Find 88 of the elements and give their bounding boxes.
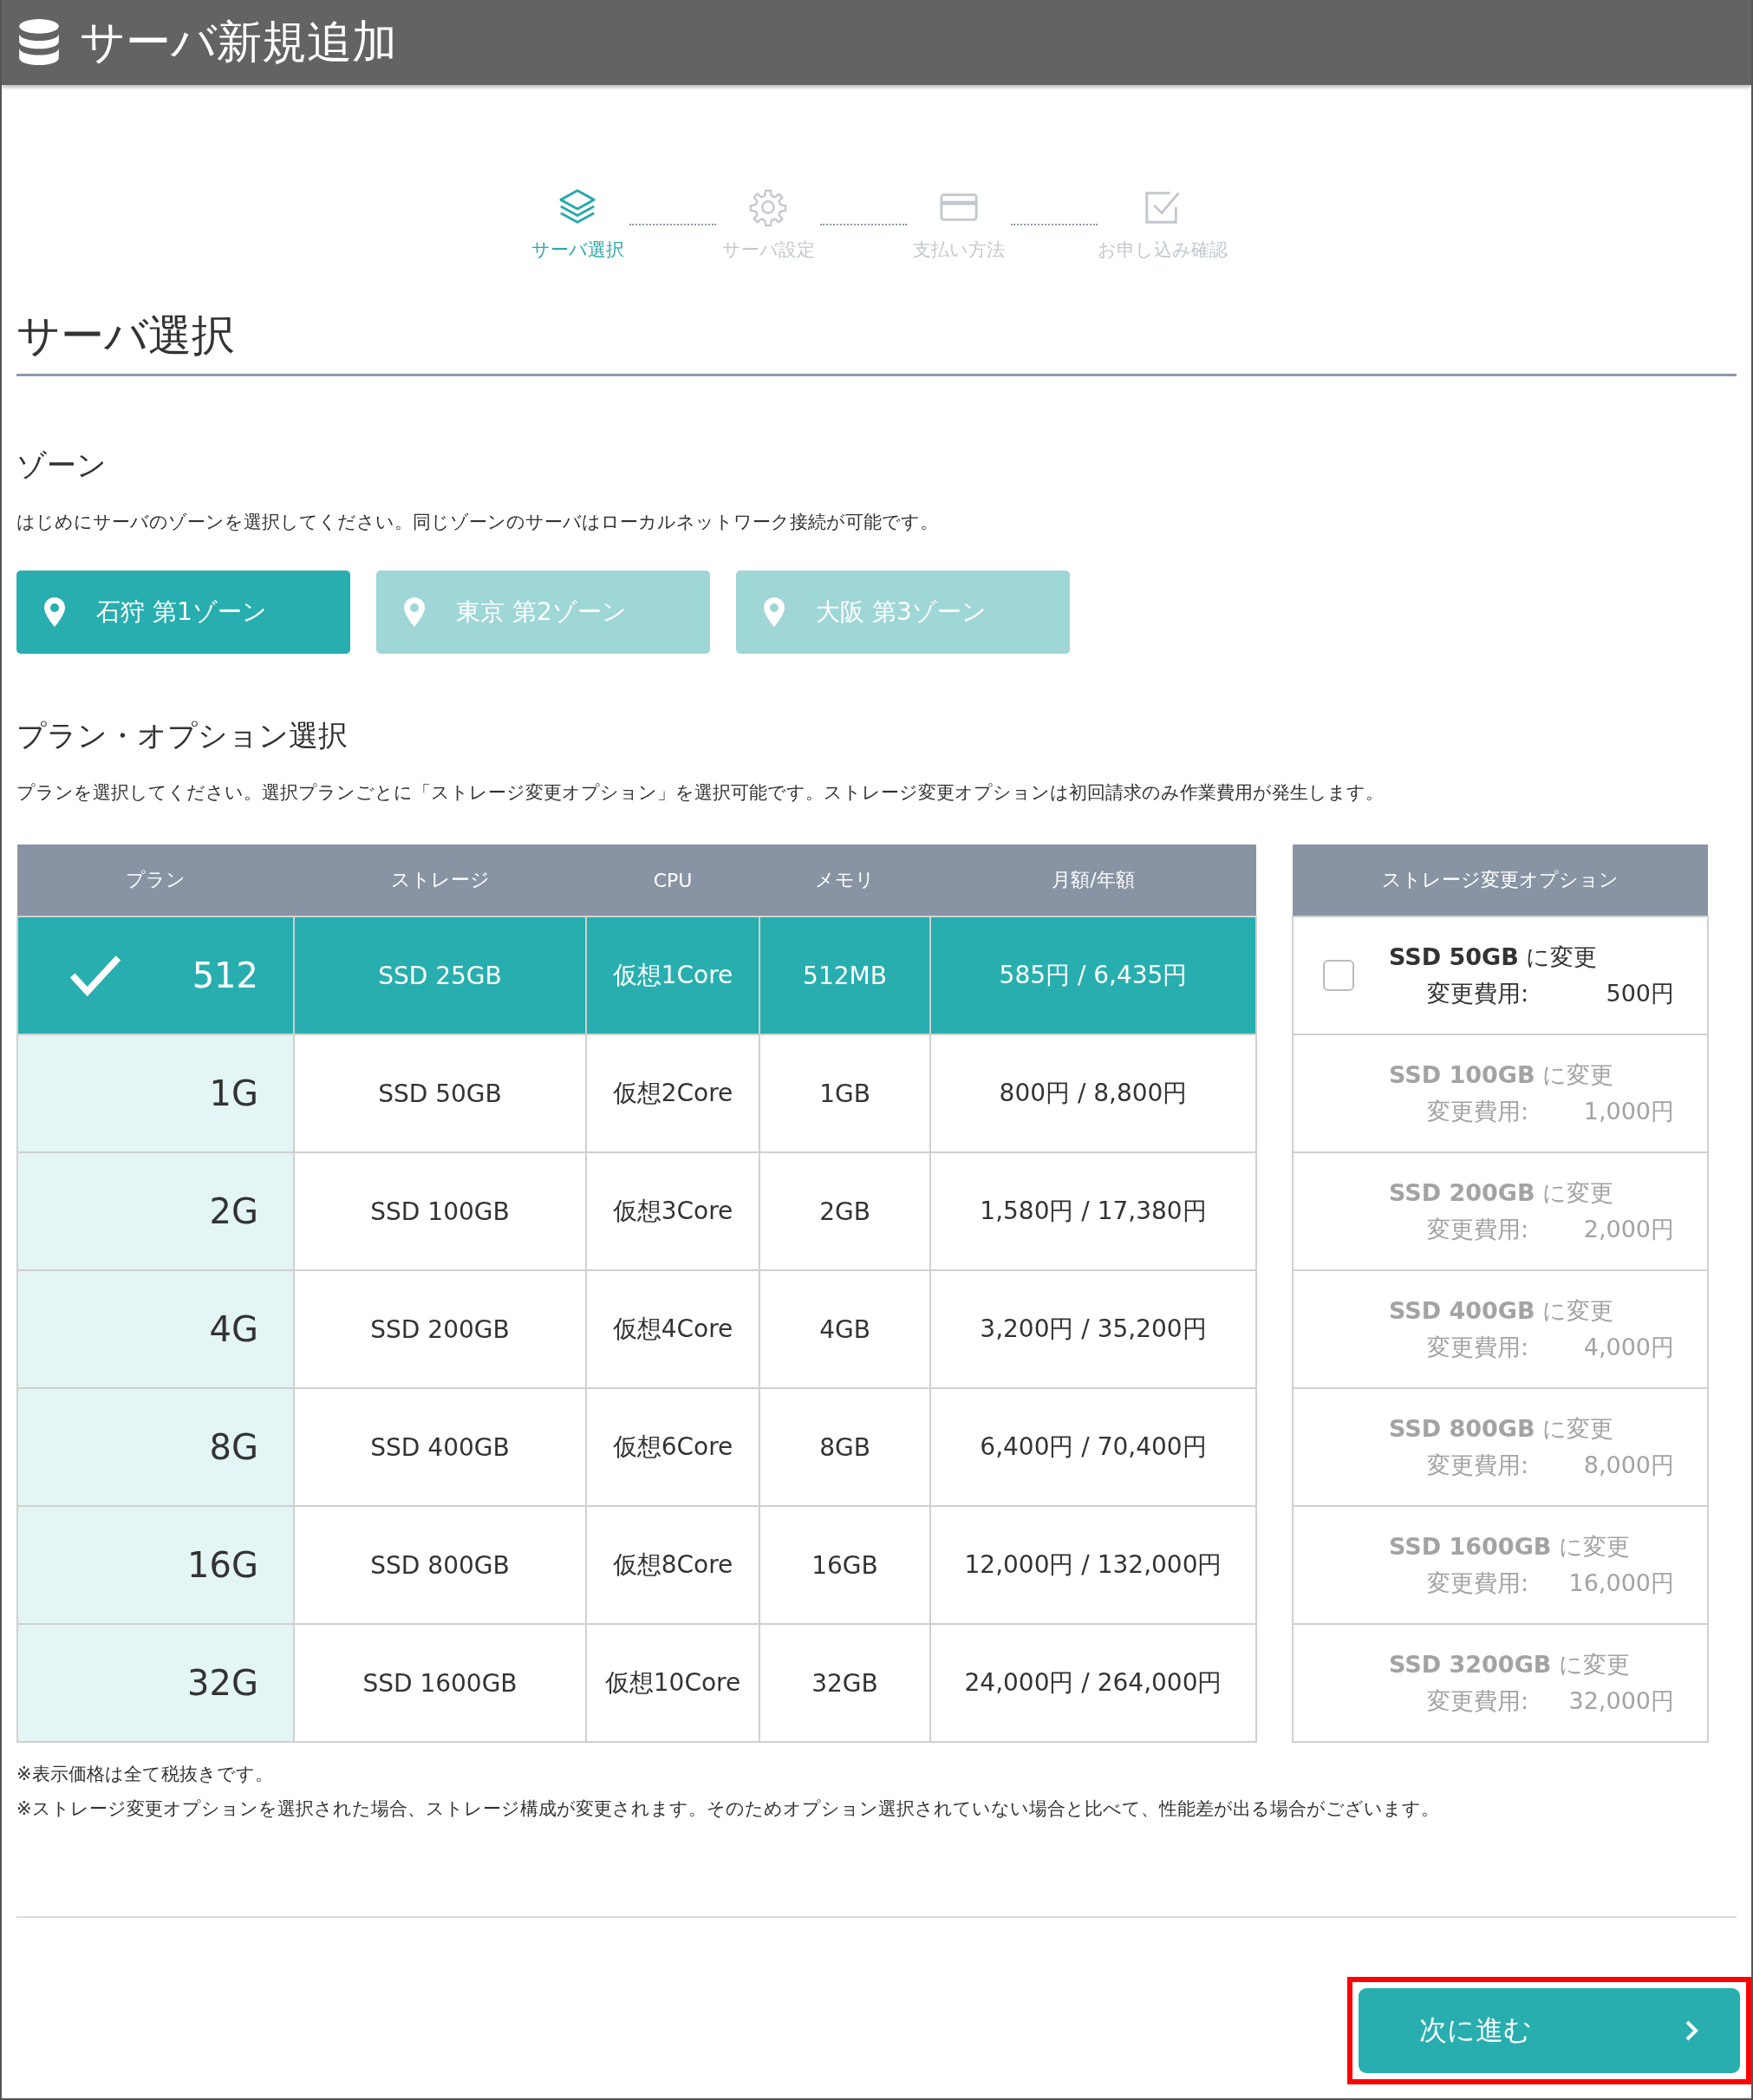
plan-heading: プラン・オプション選択: [16, 717, 349, 754]
column-header: 月額/年額: [930, 845, 1256, 916]
option-label: SSD 800GB に変更: [1389, 1414, 1614, 1444]
plan-row[interactable]: 2G SSD 100GB 仮想3Core 2GB 1,580円 / 17,380円: [17, 1152, 1256, 1270]
table-cell: 仮想10Core: [604, 1668, 741, 1697]
table-cell: 1GB: [819, 1079, 870, 1108]
table-cell: 仮想8Core: [612, 1550, 733, 1579]
column-header: ストレージ: [294, 845, 586, 916]
option-label: SSD 1600GB に変更: [1389, 1532, 1630, 1562]
table-cell: 4GB: [819, 1314, 870, 1344]
section-title: サーバ選択: [16, 307, 1737, 376]
fee-label: 変更費用:: [1427, 979, 1529, 1008]
fee-label: 変更費用:: [1427, 1451, 1529, 1480]
table-cell: 仮想4Core: [612, 1314, 733, 1343]
table-cell: 800円 / 8,800円: [999, 1079, 1188, 1107]
column-header: ストレージ変更オプション: [1293, 845, 1708, 916]
database-icon: [17, 18, 61, 67]
zone-heading: ゾーン: [16, 447, 108, 484]
table-cell: 2GB: [819, 1197, 870, 1226]
table-cell: SSD 200GB: [370, 1314, 510, 1344]
plan-row[interactable]: 32G SSD 1600GB 仮想10Core 32GB 24,000円 / 264,000円: [17, 1624, 1256, 1742]
table-cell: 3,200円 / 35,200円: [980, 1314, 1207, 1343]
gear-icon: [748, 187, 788, 227]
fee-amount: 8,000円: [1583, 1451, 1674, 1480]
plan-name: 512: [192, 955, 258, 995]
table-cell: SSD 50GB: [378, 1079, 502, 1108]
column-header: メモリ: [759, 845, 930, 916]
table-cell: 仮想1Core: [612, 961, 733, 989]
fee-amount: 2,000円: [1583, 1215, 1674, 1244]
table-cell: 24,000円 / 264,000円: [964, 1668, 1222, 1697]
table-cell: 32GB: [811, 1668, 878, 1698]
table-cell: 512MB: [803, 961, 887, 990]
table-cell: 仮想6Core: [612, 1432, 733, 1461]
checkbox[interactable]: [1323, 960, 1354, 991]
map-pin-icon: [764, 597, 785, 627]
option-label: SSD 100GB に変更: [1389, 1060, 1614, 1090]
step-indicator: サーバ設定: [716, 187, 820, 262]
footnote: ※表示価格は全て税抜きです。: [16, 1763, 274, 1786]
map-pin-icon: [404, 597, 425, 627]
fee-amount: 1,000円: [1583, 1097, 1674, 1126]
plan-name: 32G: [187, 1663, 258, 1703]
table-cell: 16GB: [811, 1550, 878, 1580]
table-cell: SSD 800GB: [370, 1550, 510, 1580]
plan-row[interactable]: 1G SSD 50GB 仮想2Core 1GB 800円 / 8,800円: [17, 1034, 1256, 1152]
fee-label: 変更費用:: [1427, 1097, 1529, 1126]
fee-amount: 500円: [1606, 979, 1674, 1008]
option-label: SSD 3200GB に変更: [1389, 1650, 1630, 1679]
table-cell: 8GB: [819, 1432, 870, 1462]
plan-name: 16G: [187, 1545, 258, 1585]
fee-label: 変更費用:: [1427, 1686, 1529, 1716]
plan-name: 2G: [209, 1191, 258, 1231]
zone-description: はじめにサーバのゾーンを選択してください。同じゾーンのサーバはローカルネットワーク接続が可能です。: [16, 511, 939, 534]
plan-row[interactable]: 8G SSD 400GB 仮想6Core 8GB 6,400円 / 70,400円: [17, 1388, 1256, 1506]
table-cell: SSD 25GB: [378, 961, 502, 990]
fee-label: 変更費用:: [1427, 1215, 1529, 1244]
table-cell: 仮想2Core: [612, 1079, 733, 1107]
step-indicator: お申し込み確認: [1098, 187, 1228, 262]
option-label: SSD 200GB に変更: [1389, 1178, 1614, 1208]
page-header-title: サーバ新規追加: [80, 15, 397, 69]
table-cell: 1,580円 / 17,380円: [980, 1197, 1207, 1225]
option-label: SSD 50GB に変更: [1389, 942, 1598, 972]
table-cell: SSD 1600GB: [362, 1668, 518, 1698]
fee-label: 変更費用:: [1427, 1333, 1529, 1362]
table-cell: SSD 100GB: [370, 1197, 510, 1226]
step-indicator: サーバ選択: [525, 187, 629, 262]
column-header: プラン: [17, 845, 294, 916]
plan-name: 1G: [209, 1073, 258, 1113]
column-header: CPU: [586, 845, 759, 916]
table-cell: SSD 400GB: [370, 1432, 510, 1462]
plan-row[interactable]: 16G SSD 800GB 仮想8Core 16GB 12,000円 / 132,000円: [17, 1506, 1256, 1624]
step-indicator: 支払い方法: [907, 187, 1011, 262]
checkmark-icon: [68, 954, 122, 997]
table-cell: 仮想3Core: [612, 1197, 733, 1225]
fee-amount: 32,000円: [1568, 1686, 1674, 1716]
option-label: SSD 400GB に変更: [1389, 1296, 1614, 1326]
footnote: ※ストレージ変更オプションを選択された場合、ストレージ構成が変更されます。そのためオプション選択されていない場合と比べて、性能差が出る場合がございます。: [16, 1797, 1440, 1821]
fee-label: 変更費用:: [1427, 1568, 1529, 1598]
plan-row[interactable]: 4G SSD 200GB 仮想4Core 4GB 3,200円 / 35,200円: [17, 1270, 1256, 1388]
fee-amount: 16,000円: [1568, 1568, 1674, 1598]
table-cell: 6,400円 / 70,400円: [980, 1432, 1207, 1461]
plan-description: プランを選択してください。選択プランごとに「ストレージ変更オプション」を選択可能です。ストレージ変更オプションは初回請求のみ作業費用が発生します。: [16, 781, 1385, 805]
plan-name: 4G: [209, 1309, 258, 1349]
table-cell: 12,000円 / 132,000円: [964, 1550, 1222, 1579]
chevron-right-icon: [1685, 2019, 1698, 2042]
plan-name: 8G: [209, 1427, 258, 1467]
map-pin-icon: [44, 597, 65, 627]
fee-amount: 4,000円: [1583, 1333, 1674, 1362]
table-cell: 585円 / 6,435円: [999, 961, 1188, 989]
